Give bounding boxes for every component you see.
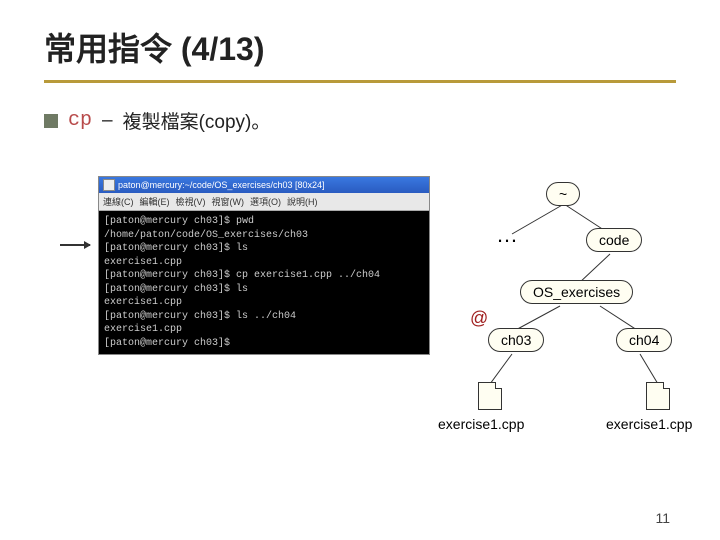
slide-title: 常用指令 (4/13) — [44, 24, 676, 70]
node-ch04: ch04 — [616, 328, 672, 352]
dash: – — [102, 110, 113, 132]
menu-item[interactable]: 檢視(V) — [176, 195, 206, 208]
file-label: exercise1.cpp — [438, 416, 524, 432]
bullet-icon — [44, 114, 58, 128]
terminal-titlebar: paton@mercury:~/code/OS_exercises/ch03 [… — [99, 177, 429, 193]
terminal-content: [paton@mercury ch03]$ pwd /home/paton/co… — [99, 211, 429, 354]
file-icon — [478, 382, 502, 410]
command-name: cp — [68, 109, 92, 132]
file-icon — [646, 382, 670, 410]
node-code: code — [586, 228, 642, 252]
terminal-title: paton@mercury:~/code/OS_exercises/ch03 [… — [118, 180, 325, 190]
title-rule — [44, 80, 676, 83]
command-description: 複製檔案(copy)。 — [123, 107, 271, 134]
at-marker: @ — [470, 308, 488, 329]
page-number: 11 — [655, 510, 670, 526]
menu-item[interactable]: 連線(C) — [103, 195, 134, 208]
node-os-exercises: OS_exercises — [520, 280, 633, 304]
terminal-window: paton@mercury:~/code/OS_exercises/ch03 [… — [98, 176, 430, 355]
arrow-icon — [60, 244, 90, 246]
bullet-line: cp – 複製檔案(copy)。 — [44, 107, 676, 134]
slide: 常用指令 (4/13) cp – 複製檔案(copy)。 paton@mercu… — [0, 0, 720, 540]
menu-item[interactable]: 說明(H) — [287, 195, 318, 208]
node-home: ~ — [546, 182, 580, 206]
file-label: exercise1.cpp — [606, 416, 692, 432]
window-icon — [103, 179, 115, 191]
menu-item[interactable]: 選項(O) — [250, 195, 281, 208]
menu-item[interactable]: 編輯(E) — [140, 195, 170, 208]
node-dots: … — [496, 222, 520, 248]
node-ch03: ch03 — [488, 328, 544, 352]
terminal-menubar: 連線(C) 編輯(E) 檢視(V) 視窗(W) 選項(O) 說明(H) — [99, 193, 429, 211]
directory-tree: ~ … code OS_exercises @ ch03 ch04 exerci… — [440, 176, 690, 456]
menu-item[interactable]: 視窗(W) — [212, 195, 245, 208]
